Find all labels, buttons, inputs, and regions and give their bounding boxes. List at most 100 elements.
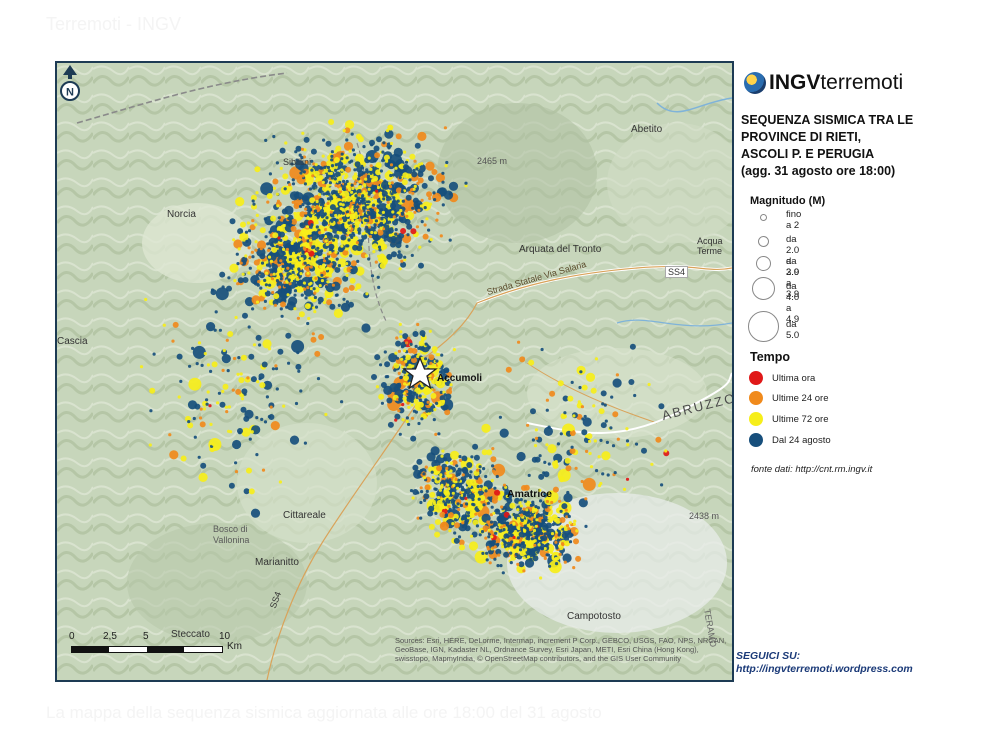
earthquake-marker bbox=[488, 541, 492, 545]
earthquake-marker bbox=[301, 131, 305, 135]
earthquake-marker bbox=[350, 190, 354, 194]
earthquake-marker bbox=[304, 296, 308, 300]
earthquake-marker bbox=[429, 491, 436, 498]
earthquake-marker bbox=[404, 160, 409, 164]
earthquake-marker bbox=[226, 285, 232, 292]
earthquake-marker bbox=[539, 546, 543, 550]
earthquake-marker bbox=[378, 180, 382, 184]
earthquake-marker bbox=[392, 239, 396, 243]
earthquake-marker bbox=[530, 537, 534, 541]
earthquake-marker bbox=[383, 184, 387, 188]
follow-link[interactable]: http://ingvterremoti.wordpress.com bbox=[736, 663, 913, 676]
earthquake-marker bbox=[400, 365, 404, 369]
earthquake-marker bbox=[394, 351, 398, 355]
earthquake-marker bbox=[198, 416, 203, 420]
earthquake-marker bbox=[284, 262, 288, 266]
earthquake-marker bbox=[531, 438, 535, 442]
earthquake-marker bbox=[202, 407, 206, 411]
follow-us[interactable]: SEGUICI SU: http://ingvterremoti.wordpre… bbox=[736, 650, 913, 676]
earthquake-marker bbox=[313, 209, 318, 213]
earthquake-marker bbox=[327, 192, 331, 196]
earthquake-marker bbox=[191, 346, 195, 350]
earthquake-marker bbox=[234, 315, 238, 320]
earthquake-marker bbox=[281, 264, 285, 269]
earthquake-marker bbox=[329, 248, 334, 252]
earthquake-marker bbox=[530, 408, 536, 415]
earthquake-marker bbox=[302, 281, 306, 285]
earthquake-marker bbox=[405, 214, 409, 218]
earthquake-marker bbox=[269, 273, 273, 277]
earthquake-marker bbox=[302, 170, 306, 174]
earthquake-marker bbox=[448, 192, 452, 196]
earthquake-marker bbox=[384, 361, 391, 368]
earthquake-marker bbox=[370, 216, 374, 220]
earthquake-marker bbox=[179, 379, 183, 383]
earthquake-marker bbox=[461, 460, 465, 464]
earthquake-marker bbox=[371, 374, 377, 380]
earthquake-marker bbox=[323, 248, 327, 252]
earthquake-marker bbox=[303, 287, 307, 291]
earthquake-marker bbox=[382, 197, 386, 201]
earthquake-marker bbox=[322, 253, 326, 258]
earthquake-marker bbox=[405, 416, 409, 420]
earthquake-marker bbox=[410, 399, 414, 403]
earthquake-marker bbox=[464, 525, 471, 532]
earthquake-marker bbox=[279, 274, 284, 278]
earthquake-marker bbox=[325, 140, 332, 147]
earthquake-marker bbox=[469, 479, 473, 483]
earthquake-marker bbox=[293, 307, 297, 311]
earthquake-marker bbox=[516, 546, 520, 550]
earthquake-marker bbox=[342, 129, 346, 133]
earthquake-marker bbox=[358, 218, 362, 222]
earthquake-marker bbox=[482, 503, 486, 507]
earthquake-marker bbox=[547, 462, 551, 466]
earthquake-marker bbox=[324, 221, 328, 225]
earthquake-marker bbox=[426, 191, 433, 198]
earthquake-marker bbox=[225, 338, 229, 342]
size-circle-icon bbox=[760, 214, 767, 221]
earthquake-marker bbox=[445, 466, 449, 470]
earthquake-marker bbox=[312, 245, 316, 249]
earthquake-marker bbox=[418, 262, 424, 269]
earthquake-marker bbox=[328, 274, 332, 278]
earthquake-marker bbox=[361, 198, 365, 202]
earthquake-marker bbox=[248, 488, 255, 495]
earthquake-marker bbox=[599, 438, 603, 442]
place-campotosto: Campotosto bbox=[567, 611, 621, 622]
earthquake-marker bbox=[526, 555, 531, 559]
earthquake-marker bbox=[342, 187, 346, 192]
earthquake-marker bbox=[391, 173, 396, 177]
earthquake-marker bbox=[664, 449, 668, 453]
peak-elevation: 2438 m bbox=[689, 511, 720, 521]
bottom-caption: La mappa della sequenza sismica aggiorna… bbox=[46, 703, 602, 722]
earthquake-marker bbox=[398, 175, 402, 180]
earthquake-marker bbox=[540, 347, 544, 352]
earthquake-marker bbox=[306, 202, 310, 206]
earthquake-marker bbox=[338, 176, 342, 180]
earthquake-marker bbox=[314, 276, 318, 280]
earthquake-marker bbox=[254, 240, 258, 244]
earthquake-marker bbox=[386, 200, 390, 204]
earthquake-marker bbox=[162, 323, 166, 327]
earthquake-marker bbox=[444, 409, 451, 416]
earthquake-marker bbox=[280, 301, 286, 308]
earthquake-marker bbox=[650, 462, 654, 466]
earthquake-marker bbox=[354, 179, 358, 183]
seismic-map[interactable]: N Norcia Sibillini Abetito Arquata del T… bbox=[55, 61, 734, 682]
earthquake-marker bbox=[288, 282, 292, 286]
earthquake-marker bbox=[243, 392, 247, 396]
earthquake-marker bbox=[316, 287, 320, 291]
earthquake-marker bbox=[271, 290, 275, 295]
ingv-logo[interactable]: INGVterremoti bbox=[744, 68, 903, 98]
earthquake-marker bbox=[330, 154, 334, 158]
earthquake-marker bbox=[388, 184, 393, 189]
earthquake-marker bbox=[256, 283, 260, 287]
earthquake-marker bbox=[247, 246, 251, 250]
earthquake-marker bbox=[397, 387, 401, 391]
earthquake-marker bbox=[367, 187, 371, 191]
earthquake-marker bbox=[345, 300, 349, 304]
earthquake-marker bbox=[329, 303, 336, 310]
earthquake-marker bbox=[423, 362, 427, 366]
earthquake-marker bbox=[626, 443, 630, 447]
earthquake-marker bbox=[495, 527, 500, 531]
